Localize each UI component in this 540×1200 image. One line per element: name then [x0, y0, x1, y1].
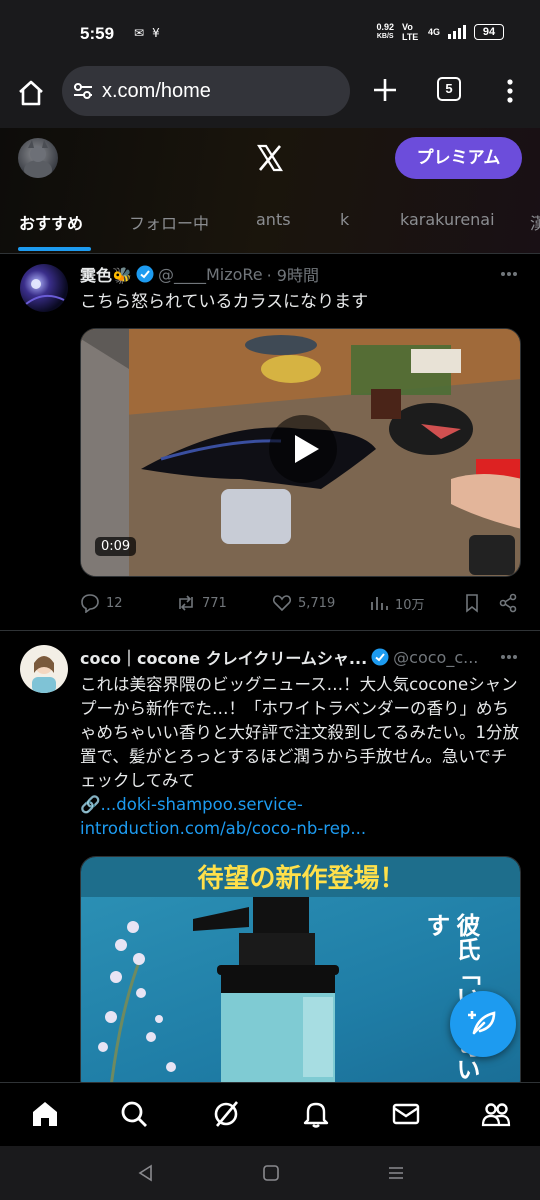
signal-bars-icon [448, 25, 466, 39]
home-icon[interactable] [30, 1099, 60, 1129]
author-handle[interactable]: @coco_c... [393, 648, 478, 667]
messages-icon[interactable] [391, 1099, 421, 1129]
share-icon [499, 593, 517, 613]
notification-icons: ✉ ¥ [134, 26, 160, 40]
tab-karakurenai[interactable]: karakurenai [400, 210, 495, 229]
app-notification-icon: ¥ [152, 26, 160, 40]
bottom-navigation [0, 1082, 540, 1146]
tab-k[interactable]: k [340, 210, 349, 229]
browser-home-icon[interactable] [16, 78, 46, 108]
video-duration: 0:09 [95, 537, 137, 556]
avatar-person-icon [32, 656, 56, 693]
views-button[interactable]: 10万 [369, 593, 425, 613]
bookmark-icon [466, 594, 478, 613]
view-count: 10万 [395, 597, 425, 613]
repost-button[interactable]: 771 [176, 593, 227, 613]
recents-icon[interactable] [386, 1163, 406, 1183]
status-bar: 5:59 ✉ ¥ 0.92 KB/S Vo LTE 4G 94 [0, 0, 540, 64]
notifications-icon[interactable] [301, 1099, 331, 1129]
back-icon[interactable] [136, 1163, 156, 1183]
tab-following[interactable]: フォロー中 [129, 210, 209, 234]
premium-button[interactable]: プレミアム [395, 137, 522, 179]
post-header: coco｜cocone クレイクリームシャ... @coco_c... [80, 645, 478, 669]
system-navigation [0, 1146, 540, 1200]
post-avatar[interactable] [20, 264, 68, 312]
battery-indicator: 94 [474, 24, 504, 40]
verified-badge-icon [371, 648, 389, 666]
communities-icon[interactable] [481, 1099, 511, 1129]
feed-tabs: おすすめ フォロー中 ants k karakurenai 漢 [0, 208, 540, 248]
more-options-icon[interactable] [500, 271, 518, 277]
link-line-1[interactable]: 🔗...doki-shampoo.service- [80, 793, 520, 817]
tab-ants[interactable]: ants [256, 210, 291, 229]
like-button[interactable]: 5,719 [272, 593, 335, 613]
address-bar[interactable]: x.com/home [62, 66, 350, 116]
bookmark-button[interactable] [462, 593, 482, 613]
post-text: こちら怒られているカラスになります [80, 292, 369, 312]
net-speed-unit: KB/S [376, 33, 394, 40]
url-text[interactable]: x.com/home [102, 80, 211, 103]
net-speed: 0.92 KB/S [376, 22, 394, 42]
profile-avatar[interactable] [18, 138, 58, 178]
signal-indicator: 4G [427, 27, 440, 37]
more-options-icon[interactable] [500, 654, 518, 660]
active-tab-indicator [18, 247, 91, 251]
play-button[interactable] [269, 415, 337, 483]
author-name[interactable]: 霙色🐝 [80, 262, 132, 286]
repost-count: 771 [202, 595, 227, 611]
tab-recommended[interactable]: おすすめ [19, 210, 83, 234]
reply-count: 12 [106, 595, 123, 611]
x-header: プレミアム おすすめ フォロー中 ants k karakurenai 漢 [0, 128, 540, 254]
status-time: 5:59 [80, 24, 115, 43]
tab-kanji[interactable]: 漢 [530, 210, 540, 234]
x-logo-icon[interactable] [256, 144, 284, 172]
site-settings-icon[interactable] [72, 81, 94, 101]
heart-icon [272, 595, 292, 612]
post-time: · 9時間 [266, 266, 319, 285]
net-speed-value: 0.92 [376, 22, 394, 32]
post-link[interactable]: 🔗...doki-shampoo.service- introduction.c… [80, 793, 520, 841]
status-right: 0.92 KB/S Vo LTE 4G 94 [376, 22, 504, 42]
compose-feather-icon [468, 1011, 496, 1035]
post-text: これは美容界隈のビッグニュース…！大人気coconeシャンプーから新作でた…！「… [80, 675, 520, 790]
post-avatar[interactable] [20, 645, 68, 693]
post-actions: 12 771 5,719 10万 [80, 593, 520, 617]
reply-icon [81, 594, 99, 613]
mail-notification-icon: ✉ [134, 26, 145, 40]
play-icon [295, 435, 319, 463]
share-button[interactable] [498, 593, 518, 613]
grok-icon[interactable] [211, 1099, 241, 1129]
author-name[interactable]: coco｜cocone クレイクリームシャ... [80, 645, 367, 669]
ad-banner-text: 待望の新作登場！ [81, 857, 520, 901]
like-count: 5,719 [298, 595, 336, 611]
browser-toolbar: x.com/home 5 [0, 64, 540, 128]
tab-switcher-button[interactable]: 5 [437, 77, 461, 101]
avatar-moon-icon [25, 279, 65, 305]
post-header: 霙色🐝 @____MizoRe · 9時間 [80, 262, 319, 286]
link-line-2[interactable]: introduction.com/ab/coco-nb-rep... [80, 817, 520, 841]
home-circle-icon[interactable] [261, 1163, 281, 1183]
search-icon[interactable] [119, 1099, 149, 1129]
compose-post-button[interactable] [450, 991, 516, 1057]
reply-button[interactable]: 12 [80, 593, 123, 613]
new-tab-icon[interactable] [372, 77, 398, 103]
video-player[interactable]: 0:09 [80, 328, 521, 577]
verified-badge-icon [136, 265, 154, 283]
author-handle[interactable]: @____MizoRe [158, 265, 263, 284]
post-1[interactable]: 霙色🐝 @____MizoRe · 9時間 こちら怒られているカラスになります [0, 254, 540, 630]
volte-indicator: Vo LTE [401, 22, 419, 42]
avatar-figure-icon [24, 140, 52, 178]
browser-menu-icon[interactable] [500, 78, 520, 104]
views-icon [371, 597, 388, 610]
repost-icon [179, 595, 193, 611]
